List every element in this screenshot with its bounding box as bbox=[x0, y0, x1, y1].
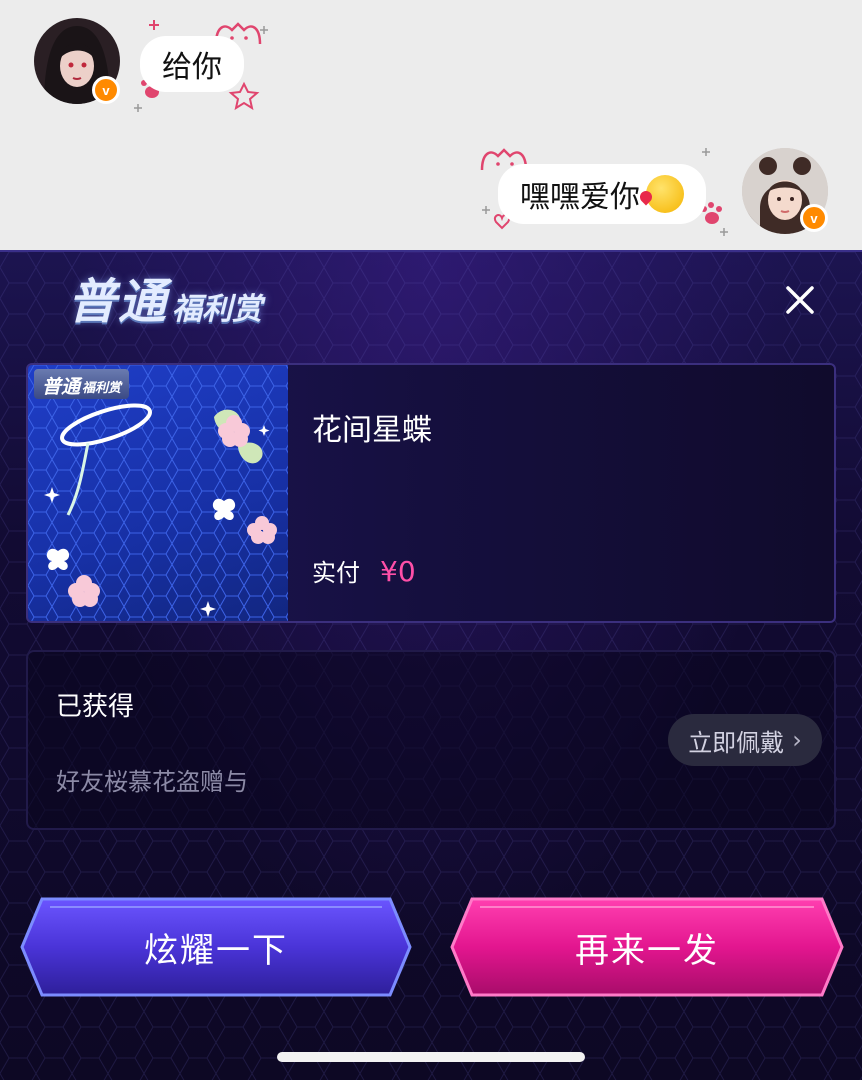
prize-thumbnail[interactable]: 普通 福利赏 bbox=[28, 365, 288, 621]
message-bubble-received[interactable]: 给你 bbox=[140, 36, 244, 92]
wear-now-button[interactable]: 立即佩戴 › bbox=[668, 714, 822, 766]
chat-area: v 给你 嘿嘿爱你 v bbox=[0, 0, 862, 250]
prize-result-sheet: 普通 福利赏 普通 福利赏 花间星蝶 实付 ¥0 已获得 好友桜慕花盗赠与 立即… bbox=[0, 250, 862, 1080]
kiss-emoji-icon bbox=[646, 175, 684, 213]
message-bubble-sent[interactable]: 嘿嘿爱你 bbox=[498, 164, 706, 224]
show-off-label: 炫耀一下 bbox=[144, 930, 288, 971]
prize-price-row: 实付 ¥0 bbox=[312, 553, 416, 588]
draw-again-label: 再来一发 bbox=[575, 930, 719, 971]
draw-again-button[interactable]: 再来一发 bbox=[450, 895, 844, 999]
message-text: 给你 bbox=[162, 50, 222, 85]
obtained-card: 已获得 好友桜慕花盗赠与 立即佩戴 › bbox=[26, 650, 836, 830]
show-off-button[interactable]: 炫耀一下 bbox=[20, 895, 412, 999]
verified-badge-icon: v bbox=[92, 76, 120, 104]
gifted-by-text: 好友桜慕花盗赠与 bbox=[56, 768, 248, 796]
wear-now-label: 立即佩戴 bbox=[688, 728, 785, 757]
sheet-title: 普通 福利赏 bbox=[68, 272, 262, 332]
prize-tier-badge: 普通 福利赏 bbox=[34, 369, 130, 399]
badge-text-sub: 福利赏 bbox=[82, 381, 122, 396]
sheet-title-sub: 福利赏 bbox=[172, 292, 263, 327]
obtained-title: 已获得 bbox=[56, 692, 135, 722]
chevron-right-icon: › bbox=[792, 726, 802, 754]
close-icon[interactable] bbox=[780, 280, 820, 320]
avatar-frame-flowers-butterflies-image bbox=[28, 365, 288, 621]
price-label: 实付 bbox=[312, 559, 360, 587]
home-indicator[interactable] bbox=[277, 1052, 585, 1062]
message-text: 嘿嘿爱你 bbox=[520, 180, 640, 215]
prize-name: 花间星蝶 bbox=[312, 413, 432, 448]
verified-badge-icon: v bbox=[800, 204, 828, 232]
prize-card: 普通 福利赏 花间星蝶 实付 ¥0 bbox=[26, 363, 836, 623]
badge-text-main: 普通 bbox=[42, 376, 81, 398]
sheet-title-main: 普通 bbox=[68, 274, 169, 330]
price-value: ¥0 bbox=[380, 555, 416, 588]
